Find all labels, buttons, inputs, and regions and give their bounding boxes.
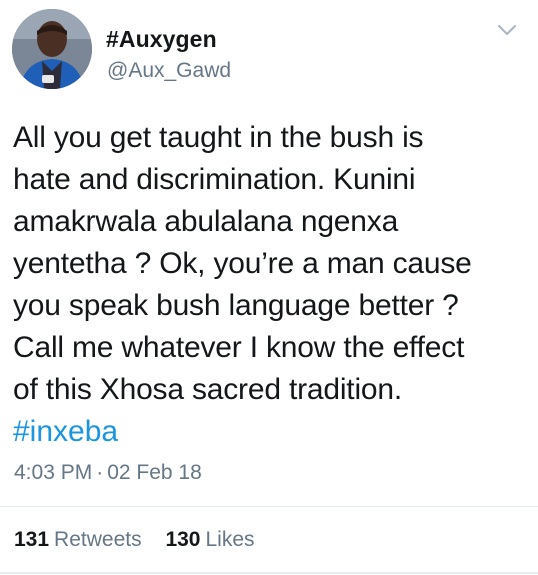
retweets-label: Retweets [54,528,142,551]
avatar-image [12,9,92,89]
hashtag-link[interactable]: #inxeba [13,411,118,453]
tweet-card: #Auxygen @Aux_Gawd All you get taught in… [0,0,538,575]
likes-label: Likes [205,528,255,551]
chevron-down-icon[interactable] [496,22,518,38]
tweet-timestamp[interactable]: 4:03 PM · 02 Feb 18 [14,461,202,485]
divider [0,506,538,507]
bottom-divider [0,572,538,574]
tweet-stats: 131 Retweets 130 Likes [14,528,273,552]
retweets-stat[interactable]: 131 Retweets [14,528,142,552]
timestamp-separator: · [96,461,104,484]
tweet-text: All you get taught in the bush is hate a… [13,121,472,406]
likes-stat[interactable]: 130 Likes [165,528,254,552]
avatar[interactable] [12,9,92,89]
display-name[interactable]: #Auxygen [106,26,217,53]
tweet-time: 4:03 PM [14,461,93,484]
tweet-date: 02 Feb 18 [107,461,202,484]
user-handle[interactable]: @Aux_Gawd [107,59,231,83]
likes-count: 130 [165,528,201,551]
retweets-count: 131 [14,528,50,551]
